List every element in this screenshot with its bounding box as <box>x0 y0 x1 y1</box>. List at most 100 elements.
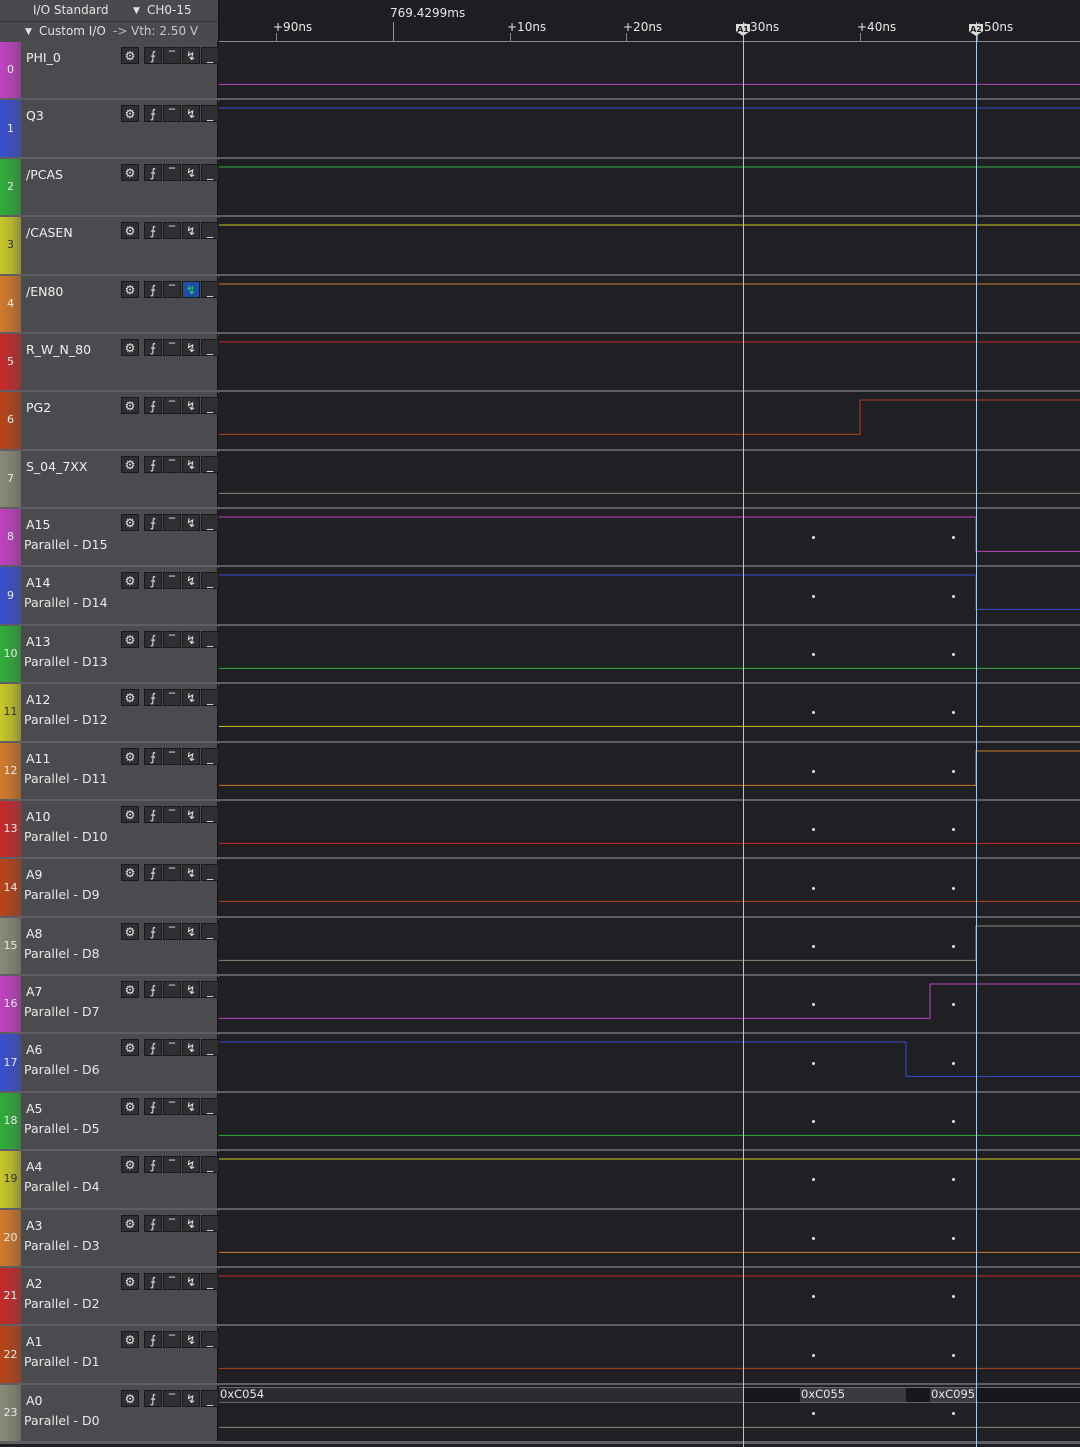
channel-color-swatch[interactable]: 14 <box>0 859 21 918</box>
channel-name[interactable]: A14 <box>26 575 50 590</box>
falling-edge-trigger-icon[interactable]: ↯ <box>182 864 200 882</box>
falling-edge-trigger-icon[interactable]: ↯ <box>182 981 200 999</box>
channel-name[interactable]: A13 <box>26 634 50 649</box>
settings-gear-icon[interactable]: ⚙ <box>121 222 139 240</box>
waveform-area[interactable] <box>219 1092 1080 1152</box>
low-level-trigger-icon[interactable]: _ <box>201 1097 219 1115</box>
settings-gear-icon[interactable]: ⚙ <box>121 280 139 298</box>
rising-edge-trigger-icon[interactable]: ⨍ <box>144 864 162 882</box>
low-level-trigger-icon[interactable]: _ <box>201 47 219 64</box>
channel-name[interactable]: A10 <box>26 809 50 824</box>
channel-label-panel[interactable]: 6 PG2 ⚙ ⨍ ‾ ↯ _ <box>0 392 219 451</box>
falling-edge-trigger-icon[interactable]: ↯ <box>182 1389 200 1407</box>
channel-name[interactable]: A2 <box>26 1276 43 1291</box>
rising-edge-trigger-icon[interactable]: ⨍ <box>144 805 162 823</box>
waveform-area[interactable] <box>219 742 1080 801</box>
settings-gear-icon[interactable]: ⚙ <box>121 805 139 823</box>
channel-range-select[interactable]: CH0-15 <box>147 3 192 17</box>
rising-edge-trigger-icon[interactable]: ⨍ <box>144 1214 162 1232</box>
falling-edge-trigger-icon[interactable]: ↯ <box>182 105 200 123</box>
waveform-area[interactable] <box>219 976 1080 1035</box>
settings-gear-icon[interactable]: ⚙ <box>121 338 139 356</box>
channel-color-swatch[interactable]: 15 <box>0 917 21 977</box>
high-level-trigger-icon[interactable]: ‾ <box>163 455 181 473</box>
channel-name[interactable]: A5 <box>26 1101 43 1116</box>
high-level-trigger-icon[interactable]: ‾ <box>163 280 181 298</box>
channel-color-swatch[interactable]: 23 <box>0 1384 21 1444</box>
falling-edge-trigger-icon[interactable]: ↯ <box>182 805 200 823</box>
falling-edge-trigger-icon[interactable]: ↯ <box>182 1331 200 1349</box>
channel-color-swatch[interactable]: 8 <box>0 509 21 568</box>
settings-gear-icon[interactable]: ⚙ <box>121 572 139 590</box>
low-level-trigger-icon[interactable]: _ <box>201 981 219 999</box>
settings-gear-icon[interactable]: ⚙ <box>121 1039 139 1057</box>
channel-label-panel[interactable]: 4/EN80 ⚙ ⨍ ‾ ↯ _ <box>0 275 219 334</box>
channel-name[interactable]: PG2 <box>26 400 51 415</box>
waveform-area[interactable] <box>219 625 1080 685</box>
channel-color-swatch[interactable]: 1 <box>0 100 21 159</box>
low-level-trigger-icon[interactable]: _ <box>201 572 219 590</box>
channel-color-swatch[interactable]: 18 <box>0 1092 21 1152</box>
rising-edge-trigger-icon[interactable]: ⨍ <box>144 455 162 473</box>
channel-label-panel[interactable]: 10 A13 Parallel - D13 ⚙ ⨍ ‾ ↯ _ <box>0 625 219 685</box>
falling-edge-trigger-icon[interactable]: ↯ <box>182 630 200 648</box>
waveform-area[interactable] <box>219 509 1080 568</box>
channel-name[interactable]: A1 <box>26 1334 43 1349</box>
settings-gear-icon[interactable]: ⚙ <box>121 105 139 123</box>
settings-gear-icon[interactable]: ⚙ <box>121 1389 139 1407</box>
rising-edge-trigger-icon[interactable]: ⨍ <box>144 1156 162 1174</box>
channel-name[interactable]: A0 <box>26 1393 43 1408</box>
waveform-area[interactable] <box>219 684 1080 743</box>
high-level-trigger-icon[interactable]: ‾ <box>163 514 181 532</box>
low-level-trigger-icon[interactable]: _ <box>201 1389 219 1407</box>
falling-edge-trigger-icon[interactable]: ↯ <box>182 280 200 298</box>
channel-color-swatch[interactable]: 21 <box>0 1267 21 1327</box>
settings-gear-icon[interactable]: ⚙ <box>121 1156 139 1174</box>
falling-edge-trigger-icon[interactable]: ↯ <box>182 922 200 940</box>
rising-edge-trigger-icon[interactable]: ⨍ <box>144 1272 162 1290</box>
channel-name[interactable]: A4 <box>26 1159 43 1174</box>
high-level-trigger-icon[interactable]: ‾ <box>163 747 181 765</box>
channel-name[interactable]: Q3 <box>26 108 44 123</box>
waveform-area[interactable] <box>219 333 1080 393</box>
channel-name[interactable]: A3 <box>26 1218 43 1233</box>
channel-name[interactable]: A12 <box>26 692 50 707</box>
rising-edge-trigger-icon[interactable]: ⨍ <box>144 280 162 298</box>
falling-edge-trigger-icon[interactable]: ↯ <box>182 397 200 415</box>
rising-edge-trigger-icon[interactable]: ⨍ <box>144 1331 162 1349</box>
chevron-down-icon[interactable]: ▼ <box>133 6 140 16</box>
waveform-area[interactable] <box>219 800 1080 860</box>
rising-edge-trigger-icon[interactable]: ⨍ <box>144 338 162 356</box>
high-level-trigger-icon[interactable]: ‾ <box>163 397 181 415</box>
high-level-trigger-icon[interactable]: ‾ <box>163 47 181 64</box>
falling-edge-trigger-icon[interactable]: ↯ <box>182 1097 200 1115</box>
high-level-trigger-icon[interactable]: ‾ <box>163 105 181 123</box>
low-level-trigger-icon[interactable]: _ <box>201 630 219 648</box>
settings-gear-icon[interactable]: ⚙ <box>121 1272 139 1290</box>
high-level-trigger-icon[interactable]: ‾ <box>163 572 181 590</box>
waveform-area[interactable] <box>219 450 1080 510</box>
high-level-trigger-icon[interactable]: ‾ <box>163 689 181 707</box>
custom-io-row[interactable]: ▼ Custom I/O -> Vth: 2.50 V <box>0 21 218 41</box>
waveform-area[interactable] <box>219 567 1080 626</box>
channel-name[interactable]: A11 <box>26 751 50 766</box>
channel-label-panel[interactable]: 21 A2 Parallel - D2 ⚙ ⨍ ‾ ↯ _ <box>0 1267 219 1327</box>
low-level-trigger-icon[interactable]: _ <box>201 514 219 532</box>
channel-name[interactable]: /EN80 <box>26 284 63 299</box>
waveform-area[interactable] <box>219 1209 1080 1268</box>
settings-gear-icon[interactable]: ⚙ <box>121 47 139 64</box>
channel-color-swatch[interactable]: 12 <box>0 742 21 801</box>
high-level-trigger-icon[interactable]: ‾ <box>163 1389 181 1407</box>
rising-edge-trigger-icon[interactable]: ⨍ <box>144 572 162 590</box>
channel-name[interactable]: /PCAS <box>26 167 63 182</box>
channel-color-swatch[interactable]: 7 <box>0 450 21 510</box>
falling-edge-trigger-icon[interactable]: ↯ <box>182 47 200 64</box>
channel-label-panel[interactable]: 17 A6 Parallel - D6 ⚙ ⨍ ‾ ↯ _ <box>0 1034 219 1093</box>
channel-label-panel[interactable]: 22 A1 Parallel - D1 ⚙ ⨍ ‾ ↯ _ <box>0 1326 219 1385</box>
channel-name[interactable]: A15 <box>26 517 50 532</box>
channel-label-panel[interactable]: 18 A5 Parallel - D5 ⚙ ⨍ ‾ ↯ _ <box>0 1092 219 1152</box>
waveform-area[interactable] <box>219 1151 1080 1210</box>
waveform-area[interactable] <box>219 275 1080 334</box>
low-level-trigger-icon[interactable]: _ <box>201 1272 219 1290</box>
channel-label-panel[interactable]: 13 A10 Parallel - D10 ⚙ ⨍ ‾ ↯ _ <box>0 800 219 860</box>
